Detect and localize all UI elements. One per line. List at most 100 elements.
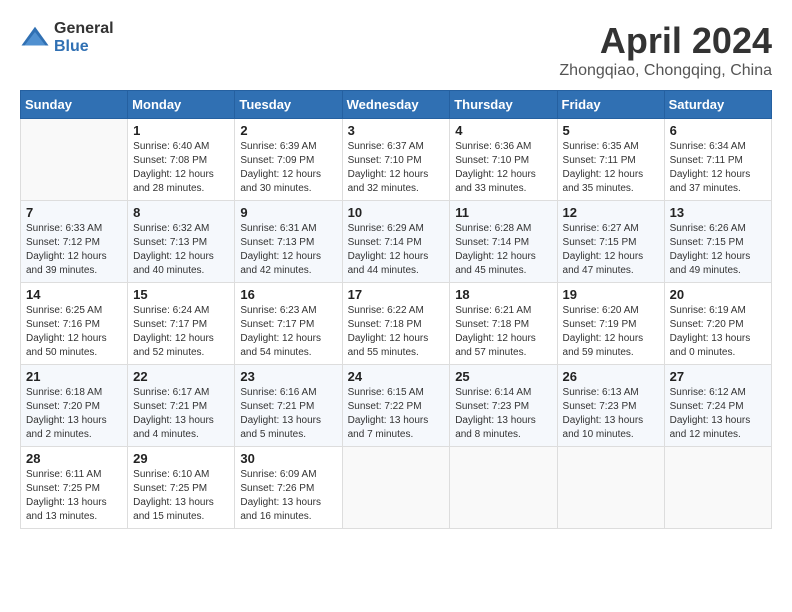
day-info: Sunrise: 6:28 AM Sunset: 7:14 PM Dayligh… [455, 222, 551, 278]
calendar-day-cell: 9 Sunrise: 6:31 AM Sunset: 7:13 PM Daylig… [235, 201, 342, 283]
calendar-day-cell: 21 Sunrise: 6:18 AM Sunset: 7:20 PM Dayli… [21, 365, 128, 447]
calendar-day-cell: 19 Sunrise: 6:20 AM Sunset: 7:19 PM Dayli… [557, 283, 664, 365]
calendar-day-cell: 27 Sunrise: 6:12 AM Sunset: 7:24 PM Dayli… [664, 365, 771, 447]
logo-icon [20, 23, 50, 53]
header: General Blue April 2024 Zhongqiao, Chong… [20, 20, 772, 80]
month-title: April 2024 [559, 20, 772, 62]
calendar-day-cell: 3 Sunrise: 6:37 AM Sunset: 7:10 PM Daylig… [342, 119, 450, 201]
calendar-day-cell: 14Sunrise: 6:25 AM Sunset: 7:16 PM Dayli… [21, 283, 128, 365]
day-info: Sunrise: 6:25 AM Sunset: 7:16 PM Dayligh… [26, 304, 122, 360]
calendar-day-cell: 25Sunrise: 6:14 AM Sunset: 7:23 PM Dayli… [450, 365, 557, 447]
calendar-day-cell: 18 Sunrise: 6:21 AM Sunset: 7:18 PM Dayli… [450, 283, 557, 365]
day-number: 17 [348, 287, 445, 302]
day-number: 10 [348, 205, 445, 220]
day-number: 30 [240, 451, 336, 466]
day-info: Sunrise: 6:36 AM Sunset: 7:10 PM Dayligh… [455, 140, 551, 196]
calendar-week-row: 28 Sunrise: 6:11 AM Sunset: 7:25 PM Dayli… [21, 447, 772, 529]
calendar-week-row: 21 Sunrise: 6:18 AM Sunset: 7:20 PM Dayli… [21, 365, 772, 447]
calendar-day-cell: 22 Sunrise: 6:17 AM Sunset: 7:21 PM Dayli… [128, 365, 235, 447]
day-number: 29 [133, 451, 229, 466]
day-number: 28 [26, 451, 122, 466]
day-number: 20 [670, 287, 766, 302]
calendar-day-cell: 2 Sunrise: 6:39 AM Sunset: 7:09 PM Daylig… [235, 119, 342, 201]
calendar-week-row: 1 Sunrise: 6:40 AM Sunset: 7:08 PM Daylig… [21, 119, 772, 201]
calendar-day-cell [342, 447, 450, 529]
day-info: Sunrise: 6:37 AM Sunset: 7:10 PM Dayligh… [348, 140, 445, 196]
calendar-day-cell: 8 Sunrise: 6:32 AM Sunset: 7:13 PM Daylig… [128, 201, 235, 283]
day-number: 15 [133, 287, 229, 302]
day-number: 23 [240, 369, 336, 384]
day-info: Sunrise: 6:22 AM Sunset: 7:18 PM Dayligh… [348, 304, 445, 360]
day-info: Sunrise: 6:35 AM Sunset: 7:11 PM Dayligh… [563, 140, 659, 196]
day-number: 1 [133, 123, 229, 138]
day-number: 9 [240, 205, 336, 220]
day-number: 11 [455, 205, 551, 220]
calendar-day-cell [21, 119, 128, 201]
day-number: 22 [133, 369, 229, 384]
calendar-header-row: SundayMondayTuesdayWednesdayThursdayFrid… [21, 91, 772, 119]
weekday-header-wednesday: Wednesday [342, 91, 450, 119]
day-number: 7 [26, 205, 122, 220]
day-number: 6 [670, 123, 766, 138]
day-number: 26 [563, 369, 659, 384]
day-info: Sunrise: 6:23 AM Sunset: 7:17 PM Dayligh… [240, 304, 336, 360]
calendar-day-cell: 15 Sunrise: 6:24 AM Sunset: 7:17 PM Dayli… [128, 283, 235, 365]
day-number: 18 [455, 287, 551, 302]
weekday-header-saturday: Saturday [664, 91, 771, 119]
day-number: 2 [240, 123, 336, 138]
day-info: Sunrise: 6:33 AM Sunset: 7:12 PM Dayligh… [26, 222, 122, 278]
weekday-header-monday: Monday [128, 91, 235, 119]
calendar-day-cell: 5 Sunrise: 6:35 AM Sunset: 7:11 PM Daylig… [557, 119, 664, 201]
day-info: Sunrise: 6:39 AM Sunset: 7:09 PM Dayligh… [240, 140, 336, 196]
day-info: Sunrise: 6:26 AM Sunset: 7:15 PM Dayligh… [670, 222, 766, 278]
day-info: Sunrise: 6:27 AM Sunset: 7:15 PM Dayligh… [563, 222, 659, 278]
weekday-header-tuesday: Tuesday [235, 91, 342, 119]
day-number: 5 [563, 123, 659, 138]
calendar-day-cell: 24Sunrise: 6:15 AM Sunset: 7:22 PM Dayli… [342, 365, 450, 447]
day-info: Sunrise: 6:12 AM Sunset: 7:24 PM Dayligh… [670, 386, 766, 442]
calendar-day-cell: 26 Sunrise: 6:13 AM Sunset: 7:23 PM Dayli… [557, 365, 664, 447]
day-info: Sunrise: 6:21 AM Sunset: 7:18 PM Dayligh… [455, 304, 551, 360]
calendar-day-cell: 23 Sunrise: 6:16 AM Sunset: 7:21 PM Dayli… [235, 365, 342, 447]
day-info: Sunrise: 6:40 AM Sunset: 7:08 PM Dayligh… [133, 140, 229, 196]
day-info: Sunrise: 6:11 AM Sunset: 7:25 PM Dayligh… [26, 468, 122, 524]
day-info: Sunrise: 6:13 AM Sunset: 7:23 PM Dayligh… [563, 386, 659, 442]
day-number: 21 [26, 369, 122, 384]
calendar-day-cell: 1 Sunrise: 6:40 AM Sunset: 7:08 PM Daylig… [128, 119, 235, 201]
day-info: Sunrise: 6:20 AM Sunset: 7:19 PM Dayligh… [563, 304, 659, 360]
calendar-day-cell: 29Sunrise: 6:10 AM Sunset: 7:25 PM Dayli… [128, 447, 235, 529]
logo-text: General Blue [54, 20, 114, 55]
day-number: 8 [133, 205, 229, 220]
calendar-day-cell [450, 447, 557, 529]
calendar-day-cell: 16Sunrise: 6:23 AM Sunset: 7:17 PM Dayli… [235, 283, 342, 365]
day-info: Sunrise: 6:34 AM Sunset: 7:11 PM Dayligh… [670, 140, 766, 196]
weekday-header-thursday: Thursday [450, 91, 557, 119]
day-info: Sunrise: 6:09 AM Sunset: 7:26 PM Dayligh… [240, 468, 336, 524]
day-info: Sunrise: 6:17 AM Sunset: 7:21 PM Dayligh… [133, 386, 229, 442]
weekday-header-sunday: Sunday [21, 91, 128, 119]
calendar-day-cell: 7 Sunrise: 6:33 AM Sunset: 7:12 PM Daylig… [21, 201, 128, 283]
day-info: Sunrise: 6:32 AM Sunset: 7:13 PM Dayligh… [133, 222, 229, 278]
calendar-day-cell [557, 447, 664, 529]
calendar-day-cell: 28 Sunrise: 6:11 AM Sunset: 7:25 PM Dayli… [21, 447, 128, 529]
logo-blue-text: Blue [54, 38, 114, 56]
day-number: 12 [563, 205, 659, 220]
day-info: Sunrise: 6:18 AM Sunset: 7:20 PM Dayligh… [26, 386, 122, 442]
weekday-header-friday: Friday [557, 91, 664, 119]
calendar-day-cell: 11 Sunrise: 6:28 AM Sunset: 7:14 PM Dayli… [450, 201, 557, 283]
title-area: April 2024 Zhongqiao, Chongqing, China [559, 20, 772, 80]
day-number: 19 [563, 287, 659, 302]
day-info: Sunrise: 6:24 AM Sunset: 7:17 PM Dayligh… [133, 304, 229, 360]
day-info: Sunrise: 6:16 AM Sunset: 7:21 PM Dayligh… [240, 386, 336, 442]
logo: General Blue [20, 20, 114, 55]
day-number: 4 [455, 123, 551, 138]
day-info: Sunrise: 6:31 AM Sunset: 7:13 PM Dayligh… [240, 222, 336, 278]
calendar-day-cell: 20Sunrise: 6:19 AM Sunset: 7:20 PM Dayli… [664, 283, 771, 365]
calendar-day-cell: 10Sunrise: 6:29 AM Sunset: 7:14 PM Dayli… [342, 201, 450, 283]
day-info: Sunrise: 6:14 AM Sunset: 7:23 PM Dayligh… [455, 386, 551, 442]
location-title: Zhongqiao, Chongqing, China [559, 62, 772, 80]
calendar-day-cell: 6 Sunrise: 6:34 AM Sunset: 7:11 PM Daylig… [664, 119, 771, 201]
day-number: 27 [670, 369, 766, 384]
day-number: 3 [348, 123, 445, 138]
logo-general-text: General [54, 20, 114, 38]
